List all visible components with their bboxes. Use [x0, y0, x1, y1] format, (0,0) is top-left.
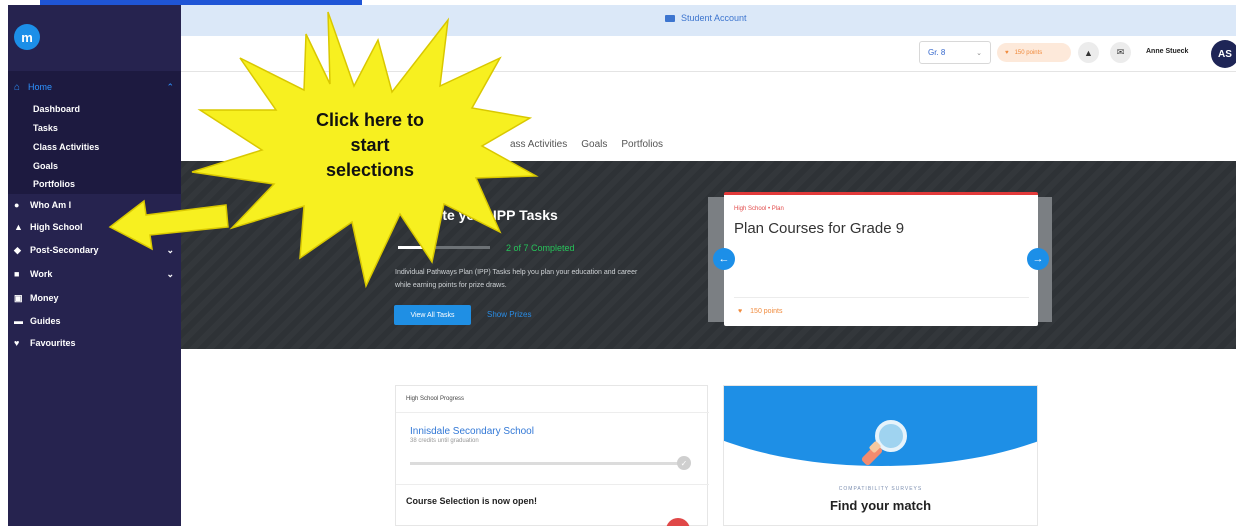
graduation-progress-track — [410, 462, 682, 465]
task-card-crumb: High School • Plan — [734, 206, 784, 212]
building-icon: ▲ — [14, 222, 23, 232]
sidebar-item-money[interactable]: ▣ Money — [14, 291, 174, 305]
progress-card-heading: High School Progress — [406, 396, 465, 402]
credits-remaining: 38 credits until graduation — [410, 438, 479, 444]
high-school-progress-card: High School Progress Innisdale Secondary… — [395, 385, 709, 526]
home-section: ⌂ Home ⌃ Dashboard Tasks Class Activitie… — [8, 71, 181, 194]
sidebar-subitem-tasks[interactable]: Tasks — [33, 123, 58, 133]
student-account-link[interactable]: Student Account — [665, 13, 747, 23]
carousel-prev-button[interactable]: ← — [713, 248, 735, 270]
sidebar: m ⌂ Home ⌃ Dashboard Tasks Class Activit… — [8, 5, 181, 526]
task-card[interactable]: High School • Plan Plan Courses for Grad… — [724, 192, 1038, 326]
points-value: 150 points — [1014, 49, 1043, 56]
money-icon: ▣ — [14, 292, 23, 303]
mail-icon: ✉ — [1116, 47, 1125, 57]
notifications-button[interactable]: ▲ — [1078, 42, 1099, 63]
sidebar-subitem-class-activities[interactable]: Class Activities — [33, 142, 99, 152]
briefcase-icon: ■ — [14, 269, 20, 279]
callout-text: Click here to start selections — [270, 108, 470, 183]
messages-button[interactable]: ✉ — [1110, 42, 1131, 63]
view-all-tasks-button[interactable]: View All Tasks — [394, 305, 471, 325]
avatar[interactable]: AS — [1211, 40, 1236, 68]
sidebar-item-label: Who Am I — [30, 200, 72, 210]
arrow-left-icon — [108, 199, 229, 251]
alert-badge — [666, 518, 690, 526]
tab-goals[interactable]: Goals — [581, 139, 607, 150]
callout-line: start — [350, 135, 390, 155]
callout-line: Click here to — [315, 110, 425, 130]
sidebar-item-guides[interactable]: ▬ Guides — [14, 314, 174, 328]
sidebar-item-label: Home — [28, 82, 53, 92]
task-card-title: Plan Courses for Grade 9 — [734, 220, 905, 237]
graduation-cap-icon: ◆ — [14, 244, 21, 255]
sidebar-item-label: Work — [30, 269, 53, 279]
divider — [396, 484, 709, 485]
grade-value: Gr. 8 — [928, 48, 946, 57]
task-card-points: ♥ 150 points — [738, 308, 782, 315]
divider — [396, 412, 709, 413]
grade-select[interactable]: Gr. 8 ⌄ — [919, 41, 991, 64]
sidebar-item-label: Post-Secondary — [30, 245, 99, 255]
id-card-icon — [665, 14, 675, 22]
survey-title: Find your match — [829, 498, 932, 513]
left-edge — [0, 0, 8, 526]
magnifier-icon — [861, 420, 907, 466]
chevron-down-icon: ⌄ — [976, 49, 982, 57]
sidebar-item-home[interactable]: ⌂ Home ⌃ — [14, 80, 174, 94]
sidebar-item-favourites[interactable]: ♥ Favourites — [14, 336, 174, 350]
check-icon: ✓ — [677, 456, 691, 470]
divider — [734, 297, 1029, 298]
heart-icon: ♥ — [738, 308, 743, 315]
book-icon: ▬ — [14, 316, 23, 326]
sidebar-subitem-dashboard[interactable]: Dashboard — [33, 104, 80, 114]
sidebar-item-label: Guides — [30, 316, 61, 326]
user-name[interactable]: Anne Stueck — [1146, 48, 1188, 55]
logo[interactable]: m — [14, 24, 40, 50]
bell-icon: ▲ — [1084, 47, 1093, 58]
circle-icon: ● — [14, 200, 20, 210]
points-badge[interactable]: ♥ 150 points — [997, 43, 1071, 62]
sidebar-item-label: High School — [30, 222, 83, 232]
account-label: Student Account — [681, 13, 747, 23]
heart-icon: ♥ — [14, 338, 20, 348]
sidebar-subitem-goals[interactable]: Goals — [33, 161, 58, 171]
tab-portfolios[interactable]: Portfolios — [621, 139, 663, 150]
sidebar-subitem-portfolios[interactable]: Portfolios — [33, 179, 75, 189]
compatibility-survey-card[interactable]: COMPATIBILITY SURVEYS Find your match — [723, 385, 1038, 526]
arrow-left-icon: ← — [718, 253, 730, 265]
school-name-link[interactable]: Innisdale Secondary School — [410, 426, 534, 437]
sidebar-item-label: Money — [30, 293, 59, 303]
home-icon: ⌂ — [14, 81, 21, 93]
heart-icon: ♥ — [1005, 49, 1009, 56]
arrow-right-icon: → — [1032, 253, 1044, 265]
course-selection-notice: Course Selection is now open! — [406, 496, 538, 506]
show-prizes-link[interactable]: Show Prizes — [487, 310, 531, 319]
sidebar-item-label: Favourites — [30, 338, 76, 348]
task-points-value: 150 points — [750, 308, 783, 315]
carousel-next-button[interactable]: → — [1027, 248, 1049, 270]
survey-kicker: COMPATIBILITY SURVEYS — [838, 486, 923, 492]
callout-line: selections — [325, 160, 415, 180]
sidebar-item-work[interactable]: ■ Work ⌄ — [14, 267, 174, 281]
